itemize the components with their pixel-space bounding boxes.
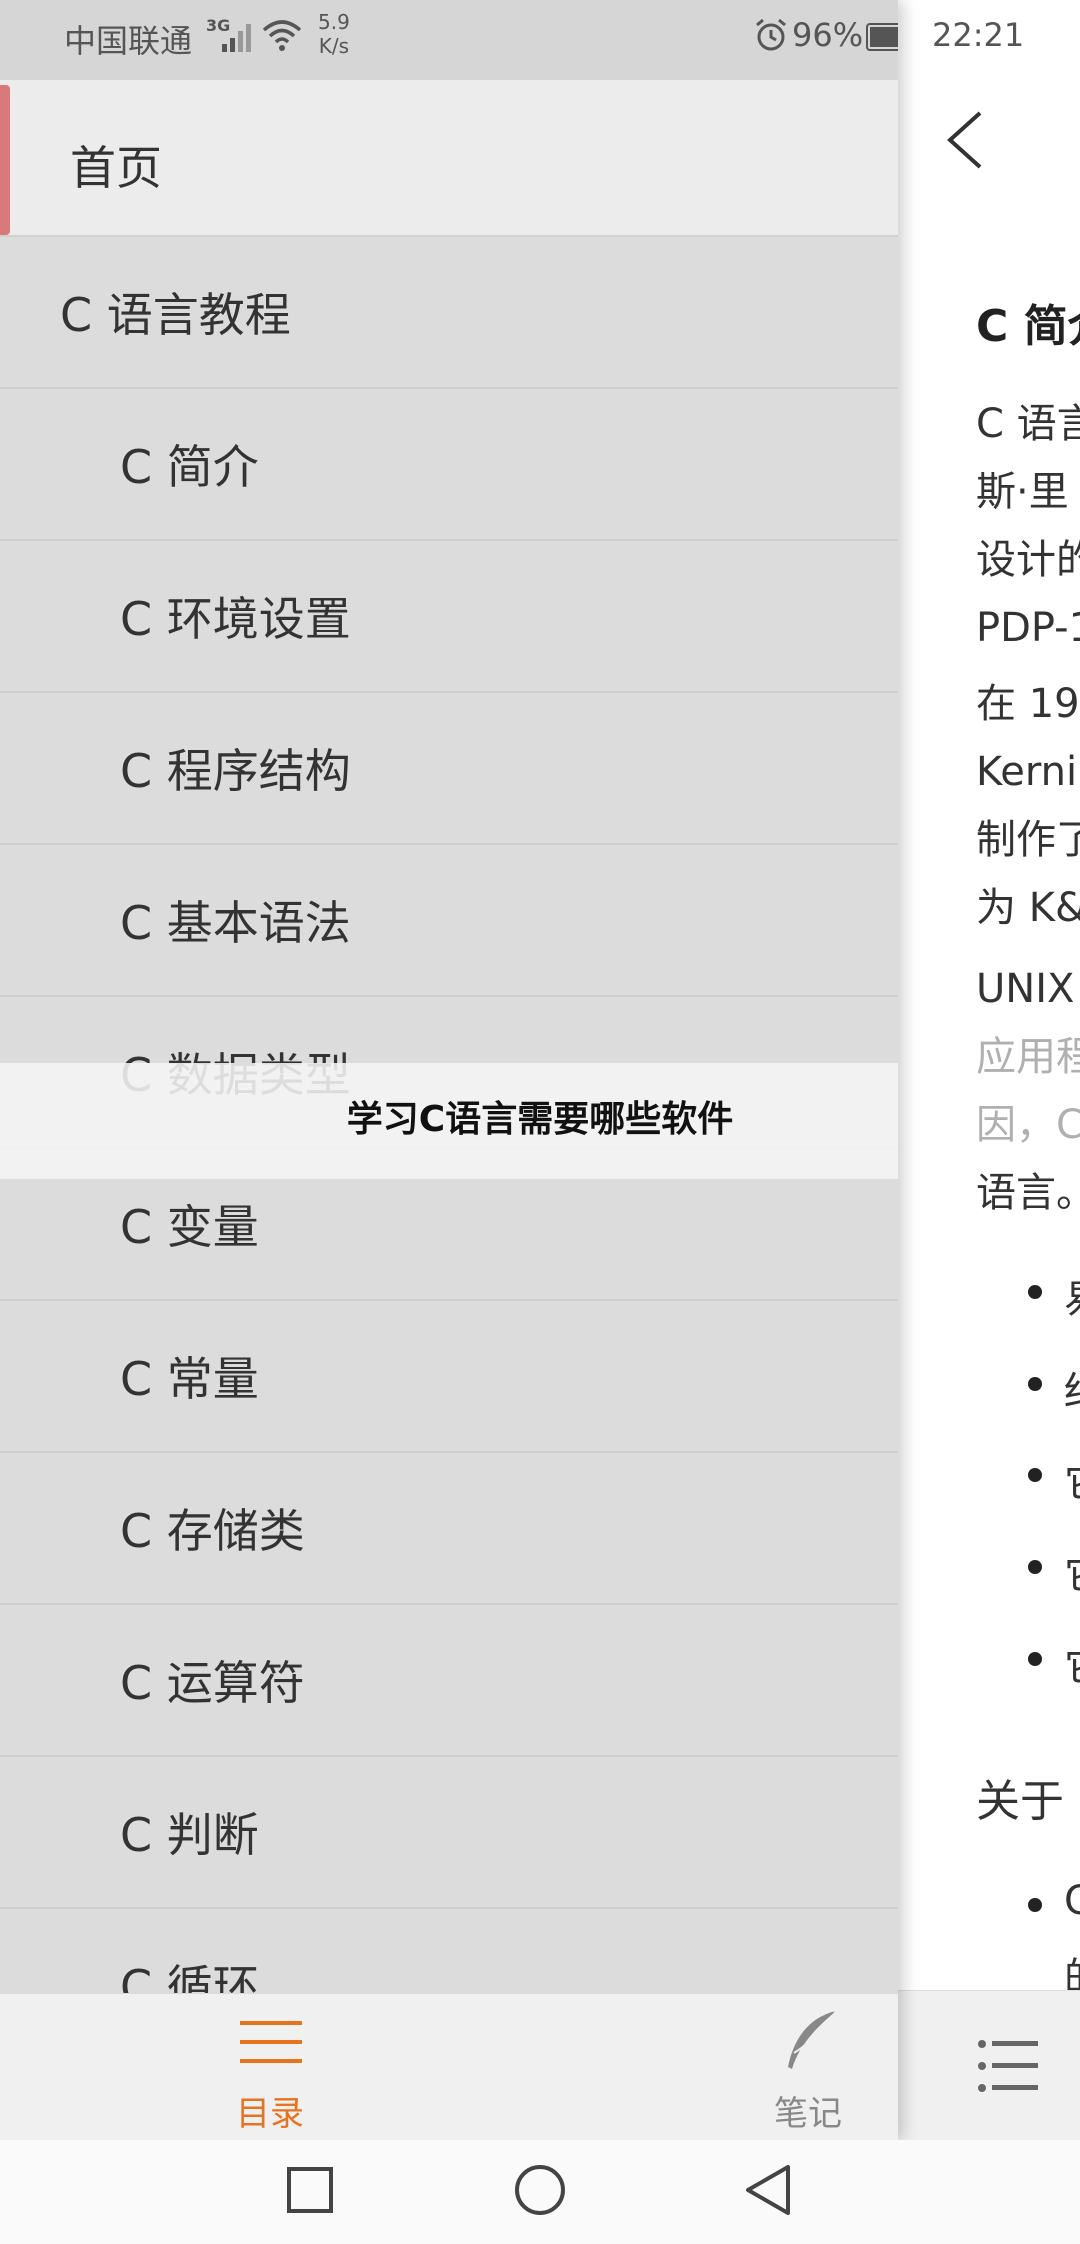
- battery-icon: [866, 22, 898, 60]
- signal-icon: [220, 22, 256, 60]
- bullet-text: 结: [1064, 1359, 1080, 1417]
- toc-item[interactable]: C 运算符: [0, 1605, 898, 1757]
- article-heading: C 简介: [976, 301, 1080, 352]
- toc-item-label: C 判断: [120, 1808, 259, 1862]
- toc-item-label: C 常量: [120, 1352, 259, 1406]
- bullet-dot: [1028, 1898, 1042, 1912]
- back-triangle-icon[interactable]: [744, 2164, 792, 2220]
- system-nav-bar: [0, 2140, 1080, 2244]
- bullet-text: 它: [1064, 1450, 1080, 1508]
- alarm-icon: [754, 18, 788, 60]
- toc-drawer: 中国联通 3G 5.9 K/s 96% 首页 C 语言教程 C 简介 C 环境设…: [0, 0, 898, 2140]
- carrier-name: 中国联通: [64, 22, 193, 60]
- toc-item-label: C 程序结构: [120, 744, 351, 798]
- toc-home-item[interactable]: 首页: [0, 80, 898, 237]
- toc-item[interactable]: C 常量: [0, 1301, 898, 1453]
- bullet-text: C: [1064, 1878, 1080, 1924]
- article-paragraph-2: 在 19 Kerni 制作了 为 K&: [976, 681, 1080, 931]
- toc-item-label: C 变量: [120, 1200, 259, 1254]
- toc-item[interactable]: C 基本语法: [0, 845, 898, 997]
- toc-item[interactable]: C 判断: [0, 1757, 898, 1909]
- bullet-dot: [1028, 1285, 1042, 1299]
- toc-item[interactable]: C 环境设置: [0, 541, 898, 693]
- recent-apps-icon[interactable]: [286, 2166, 334, 2218]
- toc-item-label: C 运算符: [120, 1656, 305, 1710]
- toc-item-label: C 存储类: [120, 1504, 305, 1558]
- toc-item-label: C 简介: [120, 440, 259, 494]
- home-label: 首页: [70, 141, 162, 195]
- article-page: C 简介 C 语言 斯·里 设计的 PDP-1 在 19 Kerni 制作了 为…: [898, 0, 1080, 2140]
- tab-notes-label: 笔记: [774, 2094, 842, 2134]
- bullet-dot: [1028, 1652, 1042, 1666]
- toc-item[interactable]: C 简介: [0, 389, 898, 541]
- toc-item[interactable]: C 存储类: [0, 1453, 898, 1605]
- quill-icon: [780, 2009, 840, 2079]
- tab-notes[interactable]: 笔记: [708, 1994, 898, 2140]
- toc-item-label: C 基本语法: [120, 896, 351, 950]
- bullet-text: 它: [1064, 1634, 1080, 1692]
- battery-percent: 96%: [792, 16, 864, 54]
- about-heading: 关于: [976, 1776, 1064, 1827]
- bullet-text: 它: [1064, 1542, 1080, 1600]
- drawer-tab-bar: 目录 笔记: [0, 1993, 898, 2140]
- tab-catalog-label: 目录: [236, 2094, 304, 2134]
- back-arrow-icon[interactable]: [936, 105, 996, 175]
- toc-section-title[interactable]: C 语言教程: [0, 237, 898, 389]
- bullet-text: 易: [1064, 1267, 1080, 1325]
- tab-catalog[interactable]: 目录: [170, 1994, 370, 2140]
- network-speed: 5.9 K/s: [318, 10, 350, 58]
- toc-item[interactable]: C 程序结构: [0, 693, 898, 845]
- status-bar: 中国联通 3G 5.9 K/s 96%: [0, 0, 898, 80]
- bullet-dot: [1028, 1377, 1042, 1391]
- clock: 22:21: [932, 16, 1025, 54]
- bullet-dot: [1028, 1468, 1042, 1482]
- bullet-dot: [1028, 1560, 1042, 1574]
- article-bottom-bar: [898, 1990, 1080, 2141]
- toc-item-label: C 环境设置: [120, 592, 351, 646]
- menu-lines-icon: [240, 2019, 302, 2069]
- home-circle-icon[interactable]: [514, 2164, 566, 2220]
- scroll-indicator: [0, 85, 10, 235]
- list-menu-icon[interactable]: [976, 2036, 1040, 2096]
- toc-section-label: C 语言教程: [60, 288, 291, 342]
- article-paragraph-1: C 语言 斯·里 设计的 PDP-1: [976, 401, 1080, 651]
- wifi-icon: [262, 18, 302, 60]
- overlay-title: 学习C语言需要哪些软件: [346, 1099, 734, 1140]
